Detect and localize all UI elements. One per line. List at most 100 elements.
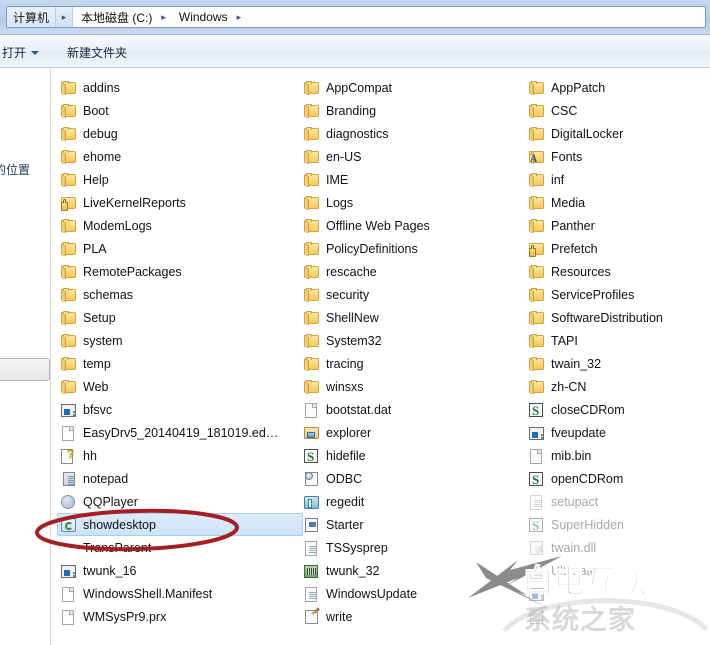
file-list-item[interactable]: Starter (300, 513, 525, 536)
file-list-item[interactable]: setupact (525, 490, 710, 513)
file-list-item[interactable]: QQPlayer (57, 490, 282, 513)
file-list-item[interactable]: en-US (300, 145, 525, 168)
breadcrumb-item-windows[interactable]: Windows (171, 7, 231, 27)
breadcrumb-item-drive[interactable]: 本地磁盘 (C:) (73, 7, 155, 27)
file-list-item[interactable]: fveupdate (525, 421, 710, 444)
file-name-label: TAPI (551, 333, 578, 348)
file-list-item[interactable]: Setup (57, 306, 282, 329)
file-list-item[interactable]: IME (300, 168, 525, 191)
folder-icon-glyph (529, 356, 544, 371)
file-list-item[interactable]: WMSysPr9.prx (57, 605, 282, 628)
breadcrumb[interactable]: 计算机 ▸ 本地磁盘 (C:) ▸ Windows ▸ (6, 6, 706, 28)
new-folder-button-label: 新建文件夹 (67, 45, 128, 60)
file-list-item[interactable]: temp (57, 352, 282, 375)
file-list-item[interactable]: ODBC (300, 467, 525, 490)
help-application-icon-glyph (61, 447, 74, 464)
breadcrumb-root[interactable]: 计算机 (7, 7, 57, 27)
file-list-item[interactable]: Resources (525, 260, 710, 283)
file-list-item[interactable]: ehome (57, 145, 282, 168)
new-folder-button[interactable]: 新建文件夹 (67, 43, 127, 61)
starter-icon (304, 517, 320, 533)
file-list-item[interactable]: twunk_16 (57, 559, 282, 582)
chevron-right-icon[interactable]: ▸ (231, 7, 247, 27)
file-name-label: winsxs (326, 379, 364, 394)
folder-icon (304, 218, 320, 234)
file-list-item[interactable]: inf (525, 168, 710, 191)
chevron-right-icon[interactable]: ▸ (155, 7, 171, 27)
file-list-item[interactable]: Ultimate (525, 559, 710, 582)
file-list-item[interactable]: rescache (300, 260, 525, 283)
file-list-item[interactable]: RemotePackages (57, 260, 282, 283)
file-list-item[interactable]: CSC (525, 99, 710, 122)
file-list-item[interactable]: write (300, 605, 525, 628)
file-list-item[interactable]: twain.dll (525, 536, 710, 559)
file-list-item-selected[interactable]: showdesktop (57, 513, 303, 536)
script-icon (529, 517, 545, 533)
file-list-item[interactable]: DigitalLocker (525, 122, 710, 145)
file-list-item[interactable]: tracing (300, 352, 525, 375)
file-list-item[interactable]: regedit (300, 490, 525, 513)
file-list-item[interactable]: AppCompat (300, 76, 525, 99)
file-list-item[interactable]: Offline Web Pages (300, 214, 525, 237)
file-list-item[interactable]: TAPI (525, 329, 710, 352)
file-list-item[interactable]: Prefetch (525, 237, 710, 260)
open-button[interactable]: 打开 (2, 43, 40, 61)
file-list-item[interactable]: mib.bin (525, 444, 710, 467)
file-list-item[interactable]: system (57, 329, 282, 352)
file-list-item[interactable] (525, 582, 710, 605)
file-list-item[interactable]: AppPatch (525, 76, 710, 99)
breadcrumb-root-dropdown[interactable]: ▸ (56, 7, 74, 27)
file-list-view[interactable]: addins Boot debug ehome Help LiveKernelReport… (52, 68, 710, 645)
file-list-item[interactable]: Fonts (525, 145, 710, 168)
file-list-item[interactable]: twunk_32 (300, 559, 525, 582)
file-list-item[interactable]: Panther (525, 214, 710, 237)
file-list-item[interactable]: WindowsShell.Manifest (57, 582, 282, 605)
file-list-item[interactable]: WindowsUpdate (300, 582, 525, 605)
folder-icon (304, 356, 320, 372)
file-list-item[interactable]: ModemLogs (57, 214, 282, 237)
folder-icon-glyph (61, 310, 76, 325)
file-list-item[interactable]: debug (57, 122, 282, 145)
file-list-item[interactable]: PLA (57, 237, 282, 260)
file-list-item[interactable]: SuperHidden (525, 513, 710, 536)
file-list-item[interactable]: TSSysprep (300, 536, 525, 559)
file-list-item[interactable]: Logs (300, 191, 525, 214)
nav-pane-button[interactable] (0, 358, 50, 381)
file-list-item[interactable]: Media (525, 191, 710, 214)
file-list-item[interactable]: explorer (300, 421, 525, 444)
file-list-item[interactable]: diagnostics (300, 122, 525, 145)
file-list-item[interactable]: openCDRom (525, 467, 710, 490)
file-list-item[interactable]: PolicyDefinitions (300, 237, 525, 260)
folder-icon (304, 241, 320, 257)
file-list-item[interactable]: ServiceProfiles (525, 283, 710, 306)
file-list-item[interactable]: EasyDrv5_20140419_181019.ed5l... (57, 421, 282, 444)
file-list-item[interactable]: System32 (300, 329, 525, 352)
file-list-item[interactable]: ShellNew (300, 306, 525, 329)
file-list-item[interactable]: closeCDRom (525, 398, 710, 421)
file-list-item[interactable]: schemas (57, 283, 282, 306)
file-list-item[interactable]: hh (57, 444, 282, 467)
file-list-item[interactable]: twain_32 (525, 352, 710, 375)
file-list-item[interactable]: bfsvc (57, 398, 282, 421)
file-list-item[interactable]: security (300, 283, 525, 306)
file-list-item[interactable]: Branding (300, 99, 525, 122)
command-toolbar: 打开 新建文件夹 (0, 35, 710, 68)
navigation-pane[interactable]: 的位置 (0, 68, 51, 645)
file-list-item[interactable]: hidefile (300, 444, 525, 467)
folder-icon-glyph (529, 287, 544, 302)
file-list-item[interactable]: SoftwareDistribution (525, 306, 710, 329)
file-list-item[interactable]: Help (57, 168, 282, 191)
file-list-item[interactable]: LiveKernelReports (57, 191, 282, 214)
file-list-item[interactable]: addins (57, 76, 282, 99)
qqplayer-icon (61, 494, 77, 510)
file-list-item[interactable]: TransParent (57, 536, 282, 559)
file-list-item[interactable]: Web (57, 375, 282, 398)
file-list-item[interactable]: notepad (57, 467, 282, 490)
file-list-item[interactable]: zh-CN (525, 375, 710, 398)
file-list-item[interactable]: Boot (57, 99, 282, 122)
file-list-item[interactable]: winsxs (300, 375, 525, 398)
text-file-icon (529, 563, 545, 579)
file-list-item[interactable] (525, 605, 710, 628)
file-list-item[interactable]: bootstat.dat (300, 398, 525, 421)
file-name-label: Branding (326, 103, 377, 118)
